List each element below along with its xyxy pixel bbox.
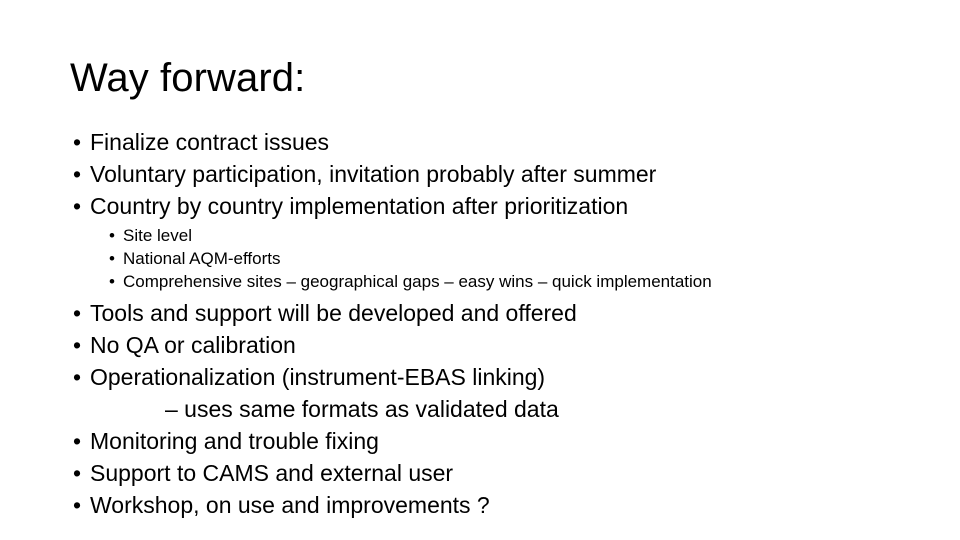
bullet-icon: • bbox=[73, 332, 82, 358]
sub-list-item-label: National AQM-efforts bbox=[123, 249, 281, 268]
bullet-list: • Finalize contract issues • Voluntary p… bbox=[70, 126, 900, 521]
list-item-label: Support to CAMS and external user bbox=[90, 460, 454, 486]
list-item-label: No QA or calibration bbox=[90, 332, 296, 358]
sub-list-item: • Comprehensive sites – geographical gap… bbox=[107, 270, 900, 293]
continuation-line-label: – uses same formats as validated data bbox=[165, 396, 559, 422]
sub-list-item-label: Comprehensive sites – geographical gaps … bbox=[123, 272, 712, 291]
list-item: • Finalize contract issues bbox=[70, 126, 900, 158]
bullet-icon: • bbox=[73, 193, 82, 219]
list-item: • Tools and support will be developed an… bbox=[70, 297, 900, 329]
list-item-label: Monitoring and trouble fixing bbox=[90, 428, 379, 454]
list-item-label: Finalize contract issues bbox=[90, 129, 330, 155]
list-item: • Workshop, on use and improvements ? bbox=[70, 489, 900, 521]
list-item: • Voluntary participation, invitation pr… bbox=[70, 158, 900, 190]
bullet-icon: • bbox=[73, 364, 82, 390]
list-item: • Support to CAMS and external user bbox=[70, 457, 900, 489]
list-item: • No QA or calibration bbox=[70, 329, 900, 361]
bullet-icon: • bbox=[73, 161, 82, 187]
bullet-icon: • bbox=[109, 272, 115, 291]
sub-bullet-list: • Site level • National AQM-efforts • Co… bbox=[70, 224, 900, 293]
list-item-label: Operationalization (instrument-EBAS link… bbox=[90, 364, 546, 390]
bullet-icon: • bbox=[109, 249, 115, 268]
bullet-icon: • bbox=[73, 492, 82, 518]
bullet-icon: • bbox=[73, 428, 82, 454]
sub-list-item-label: Site level bbox=[123, 226, 192, 245]
continuation-line: – uses same formats as validated data bbox=[70, 393, 900, 425]
bullet-icon: • bbox=[73, 460, 82, 486]
sub-list-item: • National AQM-efforts bbox=[107, 247, 900, 270]
list-item: • Operationalization (instrument-EBAS li… bbox=[70, 361, 900, 393]
page-title: Way forward: bbox=[70, 56, 306, 100]
sub-list-item: • Site level bbox=[107, 224, 900, 247]
sub-list-container: • Site level • National AQM-efforts • Co… bbox=[70, 224, 900, 293]
list-item: • Monitoring and trouble fixing bbox=[70, 425, 900, 457]
slide-canvas: Way forward: • Finalize contract issues … bbox=[0, 0, 960, 540]
bullet-icon: • bbox=[109, 226, 115, 245]
list-item-label: Voluntary participation, invitation prob… bbox=[90, 161, 657, 187]
list-item-label: Workshop, on use and improvements ? bbox=[90, 492, 490, 518]
list-item: • Country by country implementation afte… bbox=[70, 190, 900, 222]
bullet-icon: • bbox=[73, 129, 82, 155]
bullet-icon: • bbox=[73, 300, 82, 326]
list-item-label: Country by country implementation after … bbox=[90, 193, 629, 219]
slide-body: • Finalize contract issues • Voluntary p… bbox=[70, 126, 900, 521]
list-item-label: Tools and support will be developed and … bbox=[90, 300, 577, 326]
